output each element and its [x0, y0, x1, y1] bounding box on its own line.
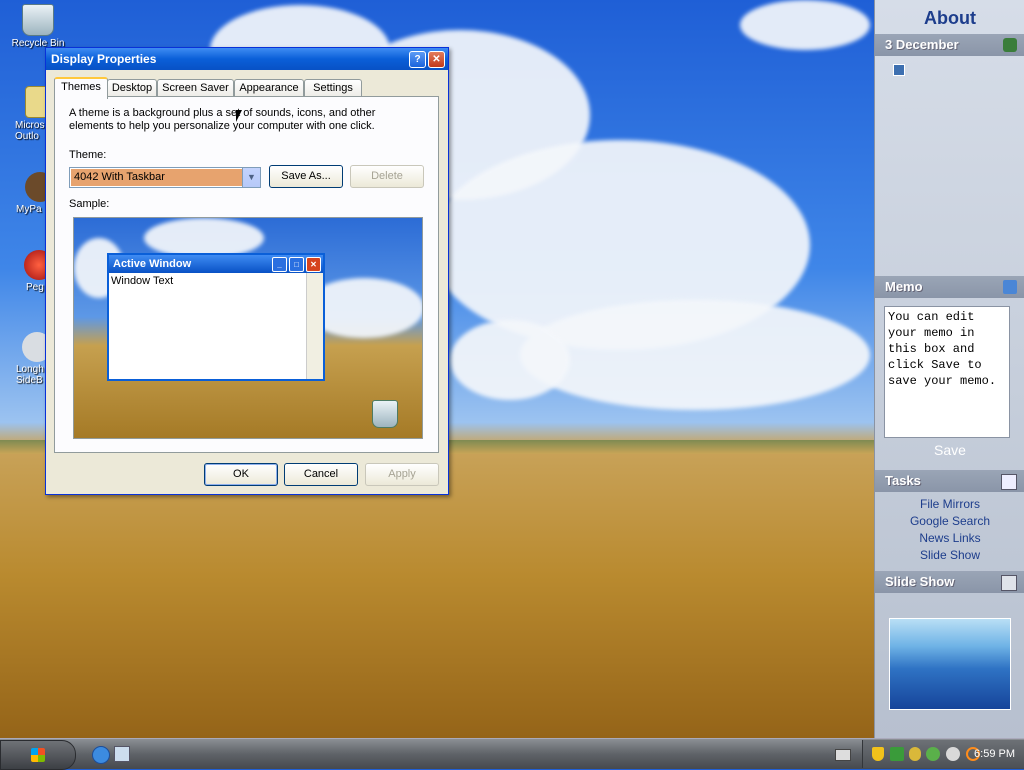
- show-desktop-icon[interactable]: [114, 746, 130, 762]
- tasks-list: File Mirrors Google Search News Links Sl…: [875, 496, 1024, 564]
- theme-sample-preview: Active Window _ □ ✕ Window Text: [73, 217, 423, 439]
- save-as-button[interactable]: Save As...: [269, 165, 343, 188]
- about-link[interactable]: About: [875, 0, 1024, 34]
- network-icon[interactable]: [890, 747, 904, 761]
- dialog-title: Display Properties: [51, 52, 157, 66]
- windows-logo-icon: [31, 748, 45, 762]
- tab-desktop[interactable]: Desktop: [107, 79, 157, 97]
- memo-save-button[interactable]: Save: [875, 442, 1024, 458]
- tasks-icon[interactable]: [1001, 474, 1017, 490]
- cancel-button[interactable]: Cancel: [284, 463, 358, 486]
- sample-window-title: Active Window: [113, 258, 192, 270]
- delete-button[interactable]: Delete: [350, 165, 424, 188]
- task-file-mirrors[interactable]: File Mirrors: [875, 496, 1024, 513]
- keyboard-icon[interactable]: [835, 749, 851, 761]
- task-news-links[interactable]: News Links: [875, 530, 1024, 547]
- mypal-label: MyPa: [16, 204, 42, 215]
- tasks-header-label: Tasks: [885, 473, 921, 488]
- start-button[interactable]: [0, 740, 76, 770]
- date-header: 3 December: [875, 34, 1024, 56]
- calendar-icon[interactable]: [1003, 38, 1017, 52]
- pegasus-label: Peg: [26, 282, 44, 293]
- dialog-titlebar[interactable]: Display Properties ? ✕: [46, 48, 448, 70]
- taskbar: 6:59 PM: [0, 738, 1024, 770]
- mypal-icon[interactable]: MyPa: [10, 172, 55, 215]
- slideshow-icon[interactable]: [1001, 575, 1017, 591]
- date-text: 3 December: [885, 37, 959, 52]
- slideshow-image[interactable]: [889, 618, 1011, 710]
- memo-textarea[interactable]: You can edit your memo in this box and c…: [884, 306, 1010, 438]
- theme-select[interactable]: 4042 With Taskbar ▼: [69, 167, 261, 188]
- help-button[interactable]: ?: [409, 51, 426, 68]
- sample-recycle-bin-icon: [372, 400, 398, 428]
- security-shield-icon[interactable]: [872, 747, 884, 761]
- theme-select-value: 4042 With Taskbar: [71, 169, 242, 186]
- memo-header: Memo: [875, 276, 1024, 298]
- ok-button[interactable]: OK: [204, 463, 278, 486]
- image-icon: [893, 64, 905, 76]
- themes-panel: A theme is a background plus a set of so…: [54, 96, 439, 453]
- task-google-search[interactable]: Google Search: [875, 513, 1024, 530]
- tab-themes[interactable]: Themes: [54, 77, 108, 99]
- tasks-header: Tasks: [875, 470, 1024, 492]
- calendar-area: [875, 56, 1024, 276]
- messenger-icon[interactable]: [926, 747, 940, 761]
- display-properties-dialog: Display Properties ? ✕ Themes Desktop Sc…: [45, 47, 449, 495]
- slideshow-header: Slide Show: [875, 571, 1024, 593]
- maximize-icon: □: [289, 257, 304, 272]
- internet-explorer-icon[interactable]: [92, 746, 110, 764]
- memo-header-label: Memo: [885, 279, 923, 294]
- theme-description: A theme is a background plus a set of so…: [69, 107, 376, 132]
- minimize-icon: _: [272, 257, 287, 272]
- tab-settings[interactable]: Settings: [304, 79, 362, 97]
- sample-active-window: Active Window _ □ ✕ Window Text: [107, 253, 325, 381]
- memo-icon[interactable]: [1003, 280, 1017, 294]
- sample-scrollbar: [306, 273, 323, 379]
- task-slide-show[interactable]: Slide Show: [875, 547, 1024, 564]
- recycle-bin-icon-graphic: [22, 4, 54, 36]
- sample-window-text: Window Text: [111, 275, 174, 287]
- close-button[interactable]: ✕: [428, 51, 445, 68]
- theme-label: Theme:: [69, 149, 107, 161]
- sample-label: Sample:: [69, 198, 110, 210]
- outlook-icon[interactable]: Micros Outlo: [5, 86, 57, 142]
- close-icon: ✕: [306, 257, 321, 272]
- chevron-down-icon[interactable]: ▼: [242, 168, 260, 187]
- mouse-cursor: [236, 110, 242, 122]
- apply-button[interactable]: Apply: [365, 463, 439, 486]
- clock[interactable]: 6:59 PM: [974, 740, 1015, 768]
- sync-icon[interactable]: [909, 747, 921, 761]
- recycle-bin-icon[interactable]: Recycle Bin: [8, 4, 68, 49]
- slideshow-header-label: Slide Show: [885, 574, 955, 589]
- system-tray: 6:59 PM: [862, 740, 1024, 768]
- sample-window-titlebar: Active Window _ □ ✕: [109, 255, 323, 273]
- tab-appearance[interactable]: Appearance: [234, 79, 304, 97]
- volume-icon[interactable]: [946, 747, 960, 761]
- tab-screen-saver[interactable]: Screen Saver: [157, 79, 234, 97]
